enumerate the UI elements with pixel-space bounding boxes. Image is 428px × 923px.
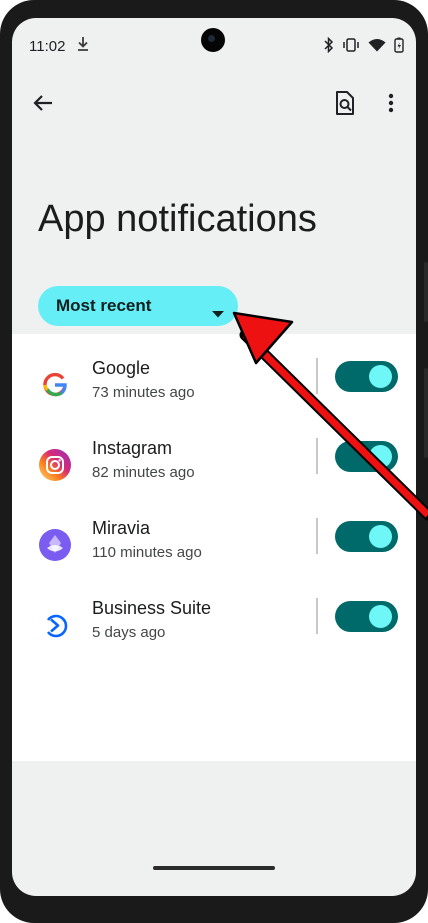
download-icon	[76, 36, 90, 56]
app-name: Business Suite	[92, 598, 212, 618]
app-last-notification: 110 minutes ago	[92, 544, 202, 561]
status-time: 11:02	[29, 38, 66, 55]
vibrate-icon	[342, 38, 360, 56]
app-last-notification: 5 days ago	[92, 624, 166, 641]
divider	[316, 518, 318, 554]
divider	[316, 438, 318, 474]
search-in-page-icon	[336, 91, 354, 115]
more-vert-icon	[388, 93, 394, 113]
divider	[316, 598, 318, 634]
google-icon	[38, 368, 72, 402]
list-item-google[interactable]: Google 73 minutes ago	[12, 352, 416, 432]
phone-frame: 11:02 App notifications Most recent Goog…	[0, 0, 428, 923]
list-item-business-suite[interactable]: Business Suite 5 days ago	[12, 592, 416, 672]
toggle-knob	[369, 445, 392, 468]
instagram-icon	[38, 448, 72, 482]
list-item-miravia[interactable]: Miravia 110 minutes ago	[12, 512, 416, 592]
power-button	[424, 368, 428, 458]
toggle-knob	[369, 605, 392, 628]
app-last-notification: 73 minutes ago	[92, 384, 195, 401]
screen: 11:02 App notifications Most recent Goog…	[12, 18, 416, 896]
back-button[interactable]	[28, 88, 58, 118]
notifications-toggle-instagram[interactable]	[335, 441, 398, 472]
business-suite-icon	[38, 608, 72, 642]
top-app-bar	[12, 78, 416, 128]
status-icons	[324, 36, 404, 57]
volume-button	[424, 262, 428, 322]
notifications-toggle-business-suite[interactable]	[335, 601, 398, 632]
wifi-icon	[368, 38, 386, 56]
battery-icon	[394, 37, 404, 57]
app-name: Miravia	[92, 518, 151, 538]
page-title: App notifications	[38, 198, 317, 240]
gesture-navigation-bar[interactable]	[153, 866, 275, 870]
caret-down-icon	[212, 303, 224, 323]
app-name: Google	[92, 358, 151, 378]
toggle-knob	[369, 525, 392, 548]
search-button[interactable]	[330, 88, 360, 118]
miravia-icon	[38, 528, 72, 562]
bluetooth-icon	[324, 36, 334, 57]
notifications-toggle-miravia[interactable]	[335, 521, 398, 552]
sort-dropdown-label: Most recent	[56, 296, 152, 315]
sort-dropdown[interactable]: Most recent	[38, 286, 238, 326]
app-notification-list: Google 73 minutes ago Instagram 82 minut…	[12, 334, 416, 761]
more-options-button[interactable]	[380, 88, 402, 118]
list-item-instagram[interactable]: Instagram 82 minutes ago	[12, 432, 416, 512]
status-bar: 11:02	[12, 18, 416, 62]
arrow-back-icon	[33, 95, 52, 111]
app-last-notification: 82 minutes ago	[92, 464, 195, 481]
toggle-knob	[369, 365, 392, 388]
app-name: Instagram	[92, 438, 173, 458]
notifications-toggle-google[interactable]	[335, 361, 398, 392]
front-camera	[201, 28, 225, 52]
divider	[316, 358, 318, 394]
